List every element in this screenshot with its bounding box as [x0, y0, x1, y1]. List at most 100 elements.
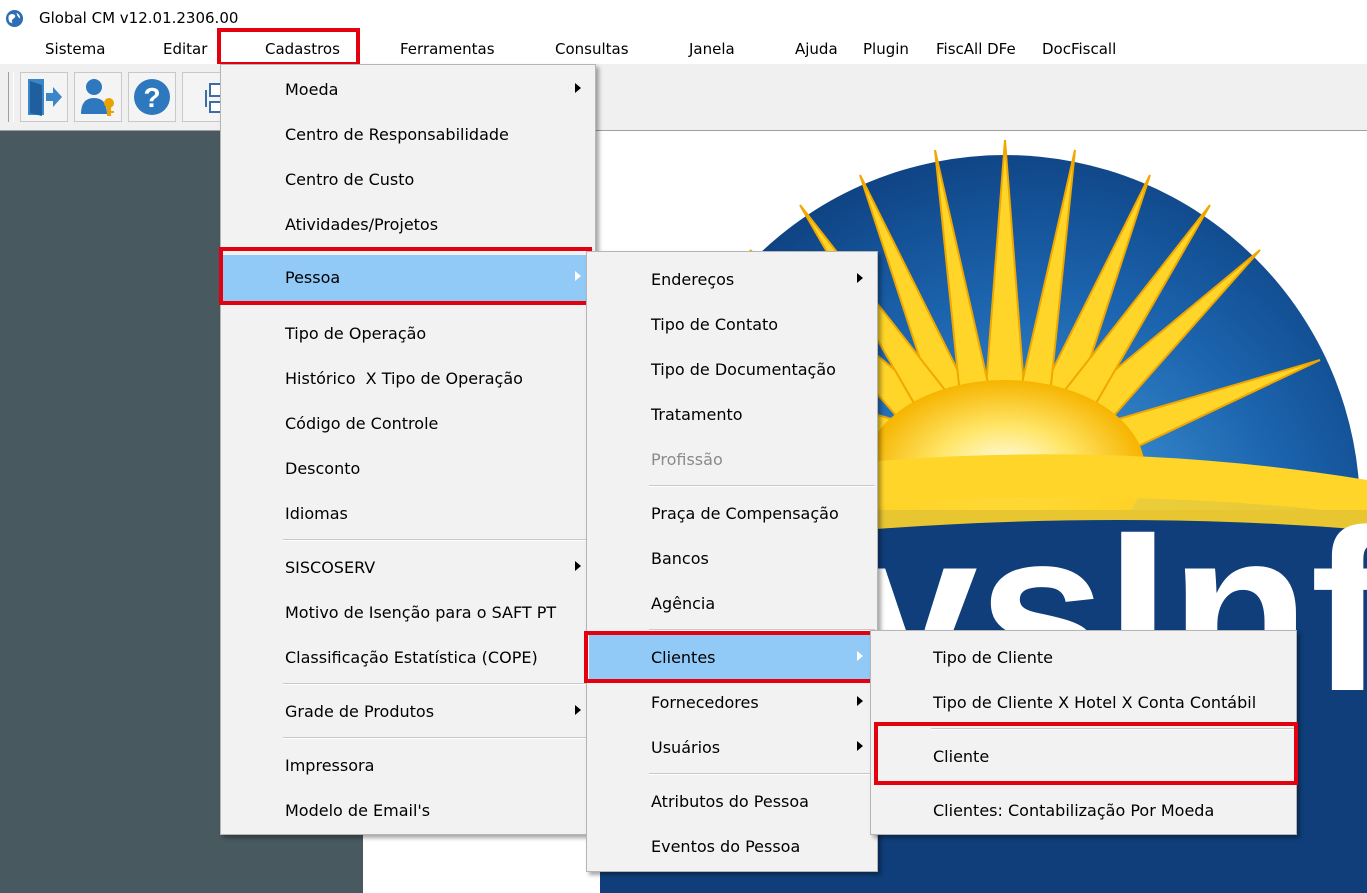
menu-item-clientes-contabilizacao-moeda[interactable]: Clientes: Contabilização Por Moeda: [873, 788, 1294, 833]
toolbar: ?: [0, 64, 1367, 131]
menu-item-atividades-projetos[interactable]: Atividades/Projetos: [223, 202, 593, 247]
menu-ferramentas[interactable]: Ferramentas: [400, 40, 495, 58]
menu-item-label: Grade de Produtos: [285, 702, 435, 721]
menu-item-label: Tipo de Cliente X Hotel X Conta Contábil: [933, 693, 1257, 712]
menu-item-label: Tipo de Operação: [285, 324, 427, 343]
globe-icon: [5, 9, 24, 28]
menu-item-tipo-cliente-hotel-conta[interactable]: Tipo de Cliente X Hotel X Conta Contábil: [873, 680, 1294, 725]
menu-item-modelo-de-emails[interactable]: Modelo de Email's: [223, 788, 593, 833]
menu-item-enderecos[interactable]: Endereços: [589, 257, 875, 302]
org-chart-button[interactable]: [182, 72, 222, 122]
menu-item-label: Bancos: [651, 549, 709, 568]
menu-item-centro-de-custo[interactable]: Centro de Custo: [223, 157, 593, 202]
submenu-arrow-icon: [575, 705, 581, 715]
menu-item-label: Modelo de Email's: [285, 801, 431, 820]
title-bar: Global CM v12.01.2306.00: [0, 0, 1367, 34]
menu-item-siscoserv[interactable]: SISCOSERV: [223, 545, 593, 590]
menu-sistema[interactable]: Sistema: [45, 40, 105, 58]
window-title: Global CM v12.01.2306.00: [39, 9, 239, 27]
menu-item-centro-de-responsabilidade[interactable]: Centro de Responsabilidade: [223, 112, 593, 157]
exit-button[interactable]: [20, 72, 68, 122]
menu-item-label: Desconto: [285, 459, 361, 478]
menu-item-codigo-de-controle[interactable]: Código de Controle: [223, 401, 593, 446]
menu-item-praca-de-compensacao[interactable]: Praça de Compensação: [589, 491, 875, 536]
submenu-arrow-icon: [857, 273, 863, 283]
menu-item-fornecedores[interactable]: Fornecedores: [589, 680, 875, 725]
menu-item-label: Idiomas: [285, 504, 348, 523]
menu-consultas[interactable]: Consultas: [555, 40, 629, 58]
menu-item-atributos-do-pessoa[interactable]: Atributos do Pessoa: [589, 779, 875, 824]
menu-item-grade-de-produtos[interactable]: Grade de Produtos: [223, 689, 593, 734]
menu-item-label: Centro de Custo: [285, 170, 415, 189]
menu-item-label: Centro de Responsabilidade: [285, 125, 509, 144]
menu-item-tratamento[interactable]: Tratamento: [589, 392, 875, 437]
menu-item-label: Agência: [651, 594, 716, 613]
menu-item-desconto[interactable]: Desconto: [223, 446, 593, 491]
menu-item-label: Tipo de Cliente: [933, 648, 1054, 667]
menu-item-tipo-de-cliente[interactable]: Tipo de Cliente: [873, 635, 1294, 680]
menu-item-bancos[interactable]: Bancos: [589, 536, 875, 581]
menu-item-label: Tipo de Documentação: [651, 360, 836, 379]
menu-item-motivo-isencao-saft[interactable]: Motivo de Isenção para o SAFT PT: [223, 590, 593, 635]
menu-item-eventos-do-pessoa[interactable]: Eventos do Pessoa: [589, 824, 875, 869]
menu-item-label: Código de Controle: [285, 414, 439, 433]
menu-item-label: Atividades/Projetos: [285, 215, 439, 234]
menu-janela[interactable]: Janela: [689, 40, 735, 58]
menu-item-label: Moeda: [285, 80, 339, 99]
menu-item-label: Endereços: [651, 270, 735, 289]
menu-item-label: Classificação Estatística (COPE): [285, 648, 538, 667]
menu-item-impressora[interactable]: Impressora: [223, 743, 593, 788]
menu-item-label: Tipo de Contato: [651, 315, 779, 334]
highlight-pessoa: [219, 247, 592, 305]
menu-item-label: Atributos do Pessoa: [651, 792, 809, 811]
menu-separator: [649, 485, 875, 487]
menu-item-tipo-de-operacao[interactable]: Tipo de Operação: [223, 311, 593, 356]
help-button[interactable]: ?: [128, 72, 176, 122]
toolbar-grip[interactable]: [8, 72, 14, 122]
menu-item-label: Profissão: [651, 450, 723, 469]
menu-item-label: Tratamento: [651, 405, 743, 424]
submenu-arrow-icon: [575, 561, 581, 571]
menu-item-tipo-de-contato[interactable]: Tipo de Contato: [589, 302, 875, 347]
menu-item-label: Eventos do Pessoa: [651, 837, 801, 856]
menu-ajuda[interactable]: Ajuda: [795, 40, 838, 58]
menu-item-idiomas[interactable]: Idiomas: [223, 491, 593, 536]
menu-separator: [283, 683, 593, 685]
menu-item-label: Motivo de Isenção para o SAFT PT: [285, 603, 557, 622]
menu-item-moeda[interactable]: Moeda: [223, 67, 593, 112]
menu-item-historico-tipo-operacao[interactable]: Histórico X Tipo de Operação: [223, 356, 593, 401]
cadastros-menu: Moeda Centro de Responsabilidade Centro …: [220, 64, 596, 835]
menu-item-label: Fornecedores: [651, 693, 759, 712]
menu-separator: [283, 737, 593, 739]
menu-docfiscall[interactable]: DocFiscall: [1042, 40, 1116, 58]
menu-item-tipo-de-documentacao[interactable]: Tipo de Documentação: [589, 347, 875, 392]
highlight-cadastros: [217, 28, 360, 66]
menu-item-profissao: Profissão: [589, 437, 875, 482]
menu-item-label: Histórico X Tipo de Operação: [285, 369, 523, 388]
menu-bar: Sistema Editar Cadastros Ferramentas Con…: [0, 34, 1367, 64]
submenu-arrow-icon: [857, 696, 863, 706]
menu-separator: [649, 773, 875, 775]
submenu-arrow-icon: [857, 741, 863, 751]
menu-item-classificacao-estatistica[interactable]: Classificação Estatística (COPE): [223, 635, 593, 680]
pessoa-submenu: Endereços Tipo de Contato Tipo de Docume…: [586, 251, 878, 872]
menu-fiscall-dfe[interactable]: FiscAll DFe: [936, 40, 1016, 58]
menu-editar[interactable]: Editar: [163, 40, 207, 58]
menu-separator: [283, 539, 593, 541]
submenu-arrow-icon: [575, 83, 581, 93]
menu-item-label: Clientes: Contabilização Por Moeda: [933, 801, 1215, 820]
menu-item-label: Usuários: [651, 738, 721, 757]
menu-item-label: Praça de Compensação: [651, 504, 839, 523]
menu-item-agencia[interactable]: Agência: [589, 581, 875, 626]
user-key-icon: [81, 79, 114, 116]
org-chart-icon: [205, 83, 220, 113]
menu-item-label: Impressora: [285, 756, 375, 775]
menu-plugin[interactable]: Plugin: [863, 40, 909, 58]
user-access-button[interactable]: [74, 72, 122, 122]
highlight-clientes: [584, 631, 879, 683]
svg-text:?: ?: [143, 82, 160, 113]
exit-icon: [28, 79, 62, 116]
menu-item-label: SISCOSERV: [285, 558, 376, 577]
menu-item-usuarios[interactable]: Usuários: [589, 725, 875, 770]
highlight-cliente: [874, 722, 1298, 785]
